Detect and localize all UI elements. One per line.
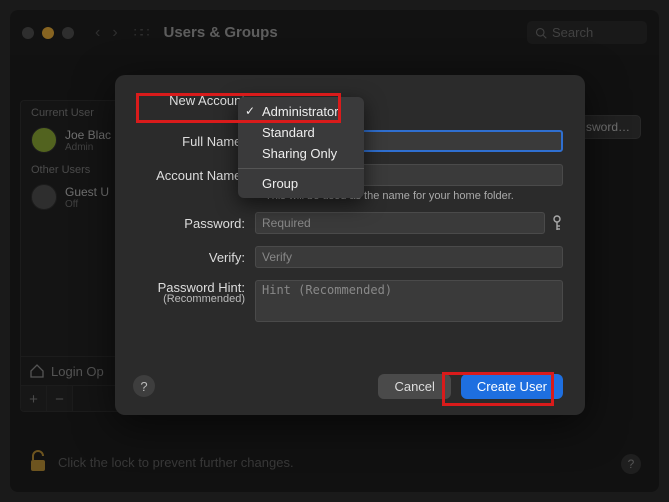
user-name: Guest U xyxy=(65,185,109,199)
dropdown-item-group[interactable]: Group xyxy=(238,173,364,194)
dropdown-item-standard[interactable]: Standard xyxy=(238,122,364,143)
search-icon xyxy=(535,27,547,39)
dropdown-item-sharing-only[interactable]: Sharing Only xyxy=(238,143,364,164)
verify-field[interactable] xyxy=(255,246,563,268)
password-field[interactable] xyxy=(255,212,545,234)
house-icon xyxy=(29,363,45,379)
close-window-icon[interactable] xyxy=(22,27,34,39)
label-verify: Verify: xyxy=(137,250,255,265)
user-role: Off xyxy=(65,199,109,210)
sheet-buttons: Cancel Create User xyxy=(378,374,563,399)
user-name: Joe Blac xyxy=(65,128,111,142)
hint-field[interactable] xyxy=(255,280,563,322)
search-field[interactable]: Search xyxy=(527,21,647,44)
zoom-window-icon[interactable] xyxy=(62,27,74,39)
login-options-label: Login Op xyxy=(51,364,104,379)
avatar xyxy=(31,127,57,153)
help-button[interactable]: ? xyxy=(621,454,641,474)
sheet-help-button[interactable]: ? xyxy=(133,375,155,397)
lock-text: Click the lock to prevent further change… xyxy=(58,455,294,470)
minimize-window-icon[interactable] xyxy=(42,27,54,39)
traffic-lights xyxy=(22,27,74,39)
lock-bar[interactable]: Click the lock to prevent further change… xyxy=(28,450,294,474)
back-button[interactable]: ‹ xyxy=(89,24,106,42)
label-hint-sub: (Recommended) xyxy=(137,293,245,305)
remove-user-button[interactable]: − xyxy=(47,386,73,412)
titlebar: ‹ › ∷∷ Users & Groups Search xyxy=(10,10,659,55)
avatar xyxy=(31,184,57,210)
forward-button[interactable]: › xyxy=(106,24,123,42)
user-role: Admin xyxy=(65,142,111,153)
create-user-button[interactable]: Create User xyxy=(461,374,563,399)
label-password: Password: xyxy=(137,216,255,231)
add-user-button[interactable]: + xyxy=(21,386,47,412)
dropdown-separator xyxy=(238,168,364,169)
dropdown-item-administrator[interactable]: Administrator xyxy=(238,101,364,122)
window-title: Users & Groups xyxy=(163,24,277,41)
search-placeholder: Search xyxy=(552,25,593,40)
password-assistant-icon[interactable] xyxy=(551,215,563,231)
show-all-icon[interactable]: ∷∷ xyxy=(134,24,148,41)
lock-open-icon xyxy=(28,450,48,474)
cancel-button[interactable]: Cancel xyxy=(378,374,450,399)
account-type-dropdown: Administrator Standard Sharing Only Grou… xyxy=(238,97,364,198)
